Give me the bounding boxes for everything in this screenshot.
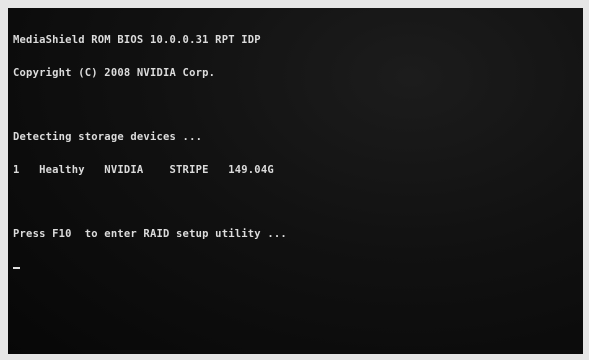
monitor-bezel: MediaShield ROM BIOS 10.0.0.31 RPT IDP C…: [0, 0, 589, 360]
bios-console: MediaShield ROM BIOS 10.0.0.31 RPT IDP C…: [13, 13, 287, 291]
bios-title-line: MediaShield ROM BIOS 10.0.0.31 RPT IDP: [13, 34, 261, 46]
bios-screen: MediaShield ROM BIOS 10.0.0.31 RPT IDP C…: [8, 8, 583, 354]
device-line: 1 Healthy NVIDIA STRIPE 149.04G: [13, 164, 274, 176]
raid-prompt-line: Press F10 to enter RAID setup utility ..…: [13, 228, 287, 240]
copyright-line: Copyright (C) 2008 NVIDIA Corp.: [13, 67, 216, 79]
detecting-line: Detecting storage devices ...: [13, 131, 203, 143]
text-cursor: [13, 267, 20, 269]
